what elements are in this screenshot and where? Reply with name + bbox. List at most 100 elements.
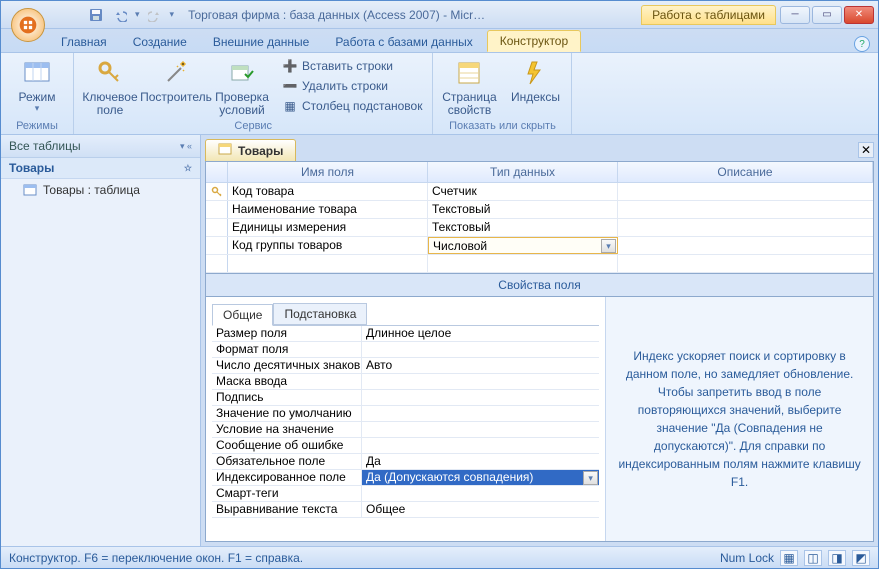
property-row[interactable]: Выравнивание текстаОбщее xyxy=(212,502,599,518)
save-icon[interactable] xyxy=(87,6,105,24)
description-cell[interactable] xyxy=(618,201,873,218)
property-value[interactable] xyxy=(362,390,599,405)
property-value[interactable] xyxy=(362,486,599,501)
nav-header-label: Все таблицы xyxy=(9,139,81,153)
insert-rows-button[interactable]: ➕Вставить строки xyxy=(280,57,424,75)
property-row[interactable]: Маска ввода xyxy=(212,374,599,390)
tab-create[interactable]: Создание xyxy=(121,32,199,52)
maximize-button[interactable]: ▭ xyxy=(812,6,842,24)
description-cell[interactable] xyxy=(618,219,873,236)
description-cell[interactable] xyxy=(618,183,873,200)
description-cell[interactable] xyxy=(618,255,873,272)
property-row[interactable]: Подпись xyxy=(212,390,599,406)
property-value[interactable]: Да xyxy=(362,454,599,469)
nav-header[interactable]: Все таблицы ▾ « xyxy=(1,135,200,158)
undo-icon[interactable] xyxy=(111,6,129,24)
office-button[interactable] xyxy=(11,8,45,42)
row-selector[interactable] xyxy=(206,255,228,272)
field-row[interactable]: Код товараСчетчик xyxy=(206,183,873,201)
row-selector[interactable] xyxy=(206,237,228,254)
close-button[interactable]: ✕ xyxy=(844,6,874,24)
data-type-cell[interactable]: Счетчик xyxy=(428,183,618,200)
data-type-dropdown-button[interactable]: ▾ xyxy=(601,239,616,253)
property-row[interactable]: Сообщение об ошибке xyxy=(212,438,599,454)
mode-button[interactable]: Режим ▾ xyxy=(9,57,65,114)
property-row[interactable]: Смарт-теги xyxy=(212,486,599,502)
builder-label: Построитель xyxy=(140,91,212,104)
field-row[interactable]: Наименование товараТекстовый xyxy=(206,201,873,219)
row-selector[interactable] xyxy=(206,201,228,218)
row-selector[interactable] xyxy=(206,219,228,236)
property-value[interactable] xyxy=(362,406,599,421)
tab-dbtools[interactable]: Работа с базами данных xyxy=(323,32,484,52)
tab-home[interactable]: Главная xyxy=(49,32,119,52)
property-row[interactable]: Обязательное полеДа xyxy=(212,454,599,470)
data-type-cell[interactable]: Текстовый xyxy=(428,201,618,218)
table-icon xyxy=(218,142,232,159)
property-row[interactable]: Размер поляДлинное целое xyxy=(212,326,599,342)
property-value[interactable]: Авто xyxy=(362,358,599,373)
help-icon[interactable]: ? xyxy=(854,36,870,52)
property-row[interactable]: Число десятичных знаковАвто xyxy=(212,358,599,374)
data-type-cell[interactable] xyxy=(428,255,618,272)
tab-external[interactable]: Внешние данные xyxy=(201,32,322,52)
property-row[interactable]: Индексированное полеДа (Допускаются совп… xyxy=(212,470,599,486)
property-row[interactable]: Условие на значение xyxy=(212,422,599,438)
property-row[interactable]: Формат поля xyxy=(212,342,599,358)
redo-icon[interactable] xyxy=(146,6,164,24)
undo-dropdown-icon[interactable]: ▾ xyxy=(135,9,140,20)
delete-rows-label: Удалить строки xyxy=(302,79,388,93)
field-name-cell[interactable] xyxy=(228,255,428,272)
builder-button[interactable]: Построитель xyxy=(148,57,204,104)
tab-general[interactable]: Общие xyxy=(212,304,273,326)
minimize-button[interactable]: ─ xyxy=(780,6,810,24)
validation-button[interactable]: Проверка условий xyxy=(214,57,270,117)
field-name-cell[interactable]: Наименование товара xyxy=(228,201,428,218)
document-tab[interactable]: Товары xyxy=(205,139,296,161)
indexes-button[interactable]: Индексы xyxy=(507,57,563,104)
field-row[interactable]: Код группы товаровЧисловой▾ xyxy=(206,237,873,255)
property-dropdown-button[interactable]: ▾ xyxy=(583,471,598,485)
field-name-cell[interactable]: Код группы товаров xyxy=(228,237,428,254)
view-chart-button[interactable]: ◨ xyxy=(828,550,846,566)
group-show-hide-label: Показать или скрыть xyxy=(449,118,556,134)
property-row[interactable]: Значение по умолчанию xyxy=(212,406,599,422)
field-name-cell[interactable]: Код товара xyxy=(228,183,428,200)
property-value[interactable] xyxy=(362,438,599,453)
col-field-name[interactable]: Имя поля xyxy=(228,162,428,182)
tab-designer[interactable]: Конструктор xyxy=(487,30,581,52)
check-icon xyxy=(226,57,258,89)
description-cell[interactable] xyxy=(618,237,873,254)
app-window: ▾ ▾ Торговая фирма : база данных (Access… xyxy=(0,0,879,569)
nav-group-header[interactable]: Товары ☆ xyxy=(1,158,200,179)
property-value[interactable]: Общее xyxy=(362,502,599,517)
properties-panel: Общие Подстановка Размер поляДлинное цел… xyxy=(206,297,606,541)
row-selector[interactable] xyxy=(206,183,228,200)
qat-customize-icon[interactable]: ▾ xyxy=(170,9,175,20)
primary-key-button[interactable]: Ключевое поле xyxy=(82,57,138,117)
col-data-type[interactable]: Тип данных xyxy=(428,162,618,182)
field-row[interactable]: Единицы измеренияТекстовый xyxy=(206,219,873,237)
table-icon xyxy=(23,183,37,197)
tab-lookup[interactable]: Подстановка xyxy=(273,303,367,325)
col-description[interactable]: Описание xyxy=(618,162,873,182)
property-value[interactable]: Длинное целое xyxy=(362,326,599,341)
property-grid: Размер поляДлинное целоеФормат поляЧисло… xyxy=(212,325,599,535)
property-sheet-button[interactable]: Страница свойств xyxy=(441,57,497,117)
delete-rows-button[interactable]: ➖Удалить строки xyxy=(280,77,424,95)
field-name-cell[interactable]: Единицы измерения xyxy=(228,219,428,236)
grid-header: Имя поля Тип данных Описание xyxy=(206,162,873,183)
data-type-cell[interactable]: Текстовый xyxy=(428,219,618,236)
lookup-column-button[interactable]: ▦Столбец подстановок xyxy=(280,97,424,115)
property-value[interactable] xyxy=(362,422,599,437)
property-value[interactable] xyxy=(362,374,599,389)
close-document-button[interactable]: ✕ xyxy=(858,142,874,158)
view-design-button[interactable]: ◩ xyxy=(852,550,870,566)
data-type-cell[interactable]: Числовой▾ xyxy=(428,237,618,254)
field-row-empty[interactable] xyxy=(206,255,873,273)
view-datasheet-button[interactable]: ▦ xyxy=(780,550,798,566)
nav-item-table[interactable]: Товары : таблица xyxy=(1,179,200,201)
view-pivot-button[interactable]: ◫ xyxy=(804,550,822,566)
property-value[interactable] xyxy=(362,342,599,357)
property-value[interactable]: Да (Допускаются совпадения)▾ xyxy=(362,470,599,485)
